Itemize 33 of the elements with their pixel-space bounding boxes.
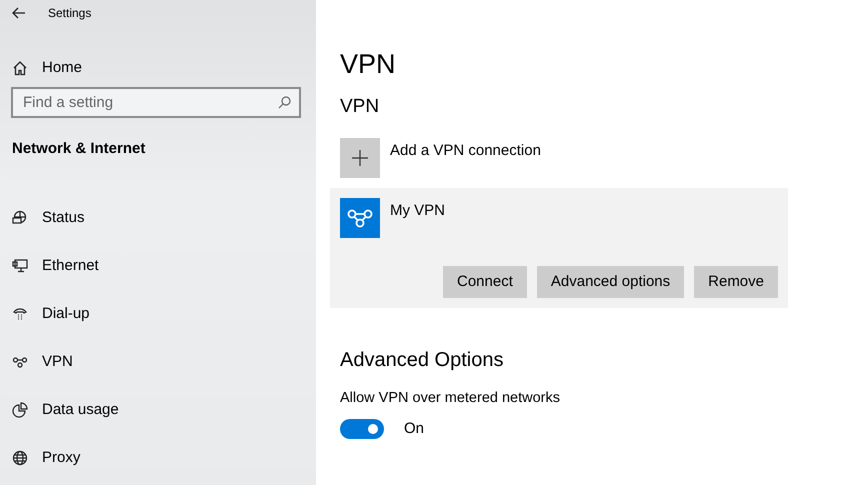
connection-name: My VPN [390, 201, 446, 221]
nav-item[interactable]: VPN [0, 338, 316, 386]
action-button[interactable]: Remove [694, 266, 778, 298]
action-button[interactable]: Advanced options [536, 266, 684, 298]
window-title: Settings [48, 5, 92, 22]
vpn-icon [346, 207, 374, 229]
nav-item[interactable]: Dial-up [0, 290, 316, 338]
pie-chart-icon [12, 402, 28, 418]
back-icon[interactable] [12, 7, 26, 19]
monitor-icon [12, 258, 28, 274]
page-title: VPN [340, 48, 397, 81]
nav-item[interactable]: Ethernet [0, 242, 316, 290]
action-button[interactable]: Connect [443, 266, 527, 298]
setting-label: Allow VPN over metered networks [340, 389, 561, 408]
globe-monitor-icon [12, 210, 28, 226]
add-tile[interactable] [340, 138, 380, 178]
toggle-state: On [404, 418, 424, 439]
home-nav-item[interactable]: Home [0, 52, 316, 84]
section-heading: VPN [340, 96, 380, 119]
home-icon [12, 60, 28, 76]
search-field[interactable]: Find a setting [11, 87, 301, 118]
nav-item[interactable]: Data usage [0, 386, 316, 434]
section-heading: Network & Internet [11, 139, 146, 159]
nav-item[interactable]: Proxy [0, 434, 316, 482]
search-icon[interactable] [278, 96, 291, 109]
phone-icon [12, 306, 28, 322]
plus-icon [352, 150, 368, 166]
vpn-connection-panel[interactable]: My VPN Connect Advanced options Remove [330, 188, 788, 308]
globe-icon [12, 450, 28, 466]
add-vpn-label[interactable]: Add a VPN connection [390, 138, 541, 178]
toggle-switch[interactable] [340, 419, 384, 439]
section-heading: Advanced Options [340, 348, 504, 373]
nav-item[interactable]: Status [0, 194, 316, 242]
